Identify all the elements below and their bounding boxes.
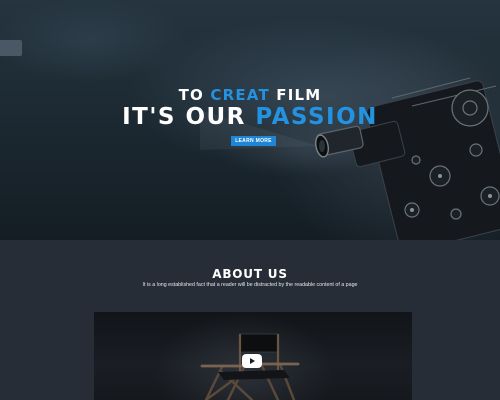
play-button[interactable]	[242, 354, 262, 368]
hero-subtitle: TO CREAT FILM	[178, 86, 322, 104]
about-description: It is a long established fact that a rea…	[142, 282, 358, 288]
about-title: ABOUT US	[212, 267, 288, 281]
hero-title: IT'S OUR PASSION	[122, 104, 378, 130]
video-player[interactable]	[94, 312, 412, 400]
hero-section: TO CREAT FILM IT'S OUR PASSION LEARN MOR…	[0, 0, 500, 240]
page: TO CREAT FILM IT'S OUR PASSION LEARN MOR…	[0, 0, 500, 400]
play-icon	[250, 358, 255, 364]
hero-title-accent: PASSION	[255, 104, 378, 130]
about-section: ABOUT US It is a long established fact t…	[0, 240, 500, 400]
hero-subtitle-accent: CREAT	[210, 86, 270, 104]
learn-more-button[interactable]: LEARN MORE	[231, 136, 276, 146]
